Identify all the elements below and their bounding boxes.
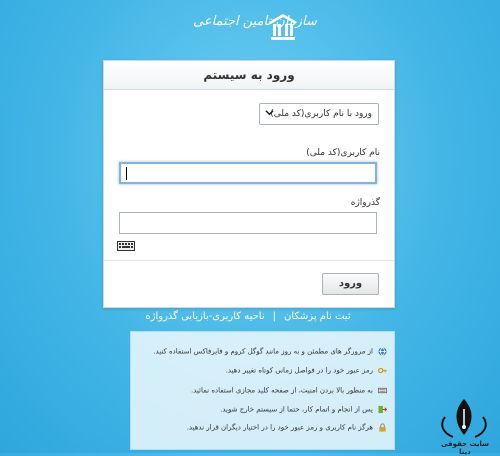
tip-item: پس از انجام و اتمام کار، حتما از سیستم خ… (220, 405, 387, 414)
register-doctors-link[interactable]: ثبت نام پزشکان (284, 311, 351, 322)
chevron-down-icon (265, 110, 274, 116)
header: سازمان تامین اجتماعی (0, 8, 500, 42)
lock-icon (379, 423, 386, 432)
login-card: ورود به سیستم ورود با نام کاربری(کد ملی)… (103, 60, 395, 308)
password-label: گذرواژه (350, 198, 380, 208)
tip-item: به منظور بالا بردن امنیت، از صفحه کلید م… (191, 386, 387, 395)
watermark-text: سایت حقوقی دینا (440, 440, 490, 456)
username-input[interactable] (119, 162, 377, 184)
tip-item: هرگز نام کاربری و رمز عبور خود را در اخت… (187, 423, 387, 432)
keyboard-icon (378, 387, 387, 394)
footer-links: ثبت نام پزشکان | ناحیه کاربری-بازیابی گذرو… (103, 311, 393, 322)
tip-item: از مرورگر های مطمئن و به روز مانند گوگل … (153, 347, 387, 356)
login-type-select[interactable]: ورود با نام کاربری(کد ملی) (259, 103, 379, 125)
key-icon (378, 367, 387, 374)
password-input[interactable] (119, 212, 377, 234)
security-tips-box: از مرورگر های مطمئن و به روز مانند گوگل … (130, 331, 395, 450)
login-button[interactable]: ورود (322, 273, 379, 295)
virtual-keyboard-icon[interactable] (117, 241, 135, 251)
browser-icon (378, 347, 387, 356)
tip-item: رمز عبور خود را در فواصل زمانی کوتاه تغی… (226, 366, 387, 375)
exit-icon (378, 405, 387, 414)
recover-password-link[interactable]: ناحیه کاربری-بازیابی گذرواژه (145, 311, 264, 322)
ssa-emblem-icon (269, 14, 297, 40)
link-separator: | (272, 311, 277, 322)
username-label: نام کاربری(کد ملی) (306, 148, 380, 158)
card-divider (104, 260, 394, 261)
login-type-value: ورود با نام کاربری(کد ملی) (270, 109, 372, 119)
login-title: ورود به سیستم (104, 61, 394, 90)
text-caret (126, 167, 127, 180)
